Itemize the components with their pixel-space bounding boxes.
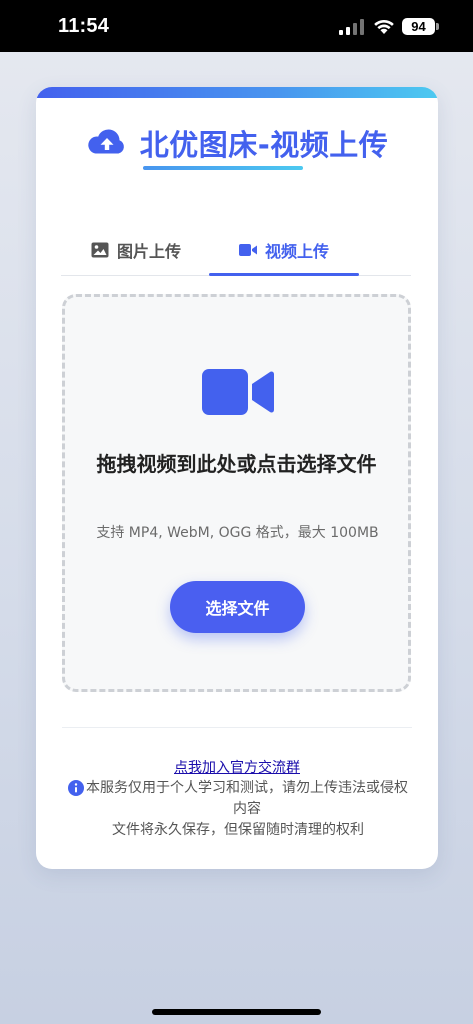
wifi-icon (374, 19, 394, 34)
home-indicator[interactable] (152, 1009, 321, 1015)
tab-video-upload[interactable]: 视频上传 (209, 225, 359, 275)
tab-label: 视频上传 (264, 242, 329, 261)
battery-tip (436, 23, 439, 30)
battery-icon: 94 (402, 18, 435, 35)
notice-line-2: 文件将永久保存，但保留随时清理的权利 (112, 822, 364, 838)
active-tab-indicator (209, 273, 359, 276)
signal-icon (339, 19, 364, 35)
status-time: 11:54 (58, 15, 110, 37)
dropzone-hint: 支持 MP4, WebM, OGG 格式，最大 100MB (96, 525, 379, 541)
tab-label: 图片上传 (116, 242, 181, 261)
video-dropzone[interactable]: 拖拽视频到此处或点击选择文件 支持 MP4, WebM, OGG 格式，最大 1… (62, 294, 411, 692)
cloud-upload-icon (88, 129, 124, 154)
video-camera-icon (238, 244, 257, 256)
join-group-link[interactable]: 点我加入官方交流群 (36, 757, 438, 777)
status-bar: 11:54 94 (0, 0, 473, 52)
page-header: 北优图床-视频上传 (36, 115, 438, 171)
divider (62, 727, 412, 728)
page-title: 北优图床-视频上传 (139, 128, 389, 162)
card-accent-bar (36, 87, 438, 98)
choose-file-button[interactable]: 选择文件 (170, 581, 305, 633)
title-underline (143, 166, 303, 170)
service-notice: 本服务仅用于个人学习和测试，请勿上传违法或侵权内容 文件将永久保存，但保留随时清… (68, 778, 408, 841)
upload-tabs: 图片上传 视频上传 (61, 225, 411, 276)
video-camera-icon (202, 369, 274, 415)
tab-image-upload[interactable]: 图片上传 (61, 225, 211, 275)
upload-card: 北优图床-视频上传 图片上传 视频上传 拖拽视频到此处或点击选择文件 支持 MP… (36, 87, 438, 869)
notice-line-1: 本服务仅用于个人学习和测试，请勿上传违法或侵权内容 (86, 780, 408, 817)
dropzone-title: 拖拽视频到此处或点击选择文件 (96, 452, 377, 476)
image-icon (91, 242, 109, 258)
